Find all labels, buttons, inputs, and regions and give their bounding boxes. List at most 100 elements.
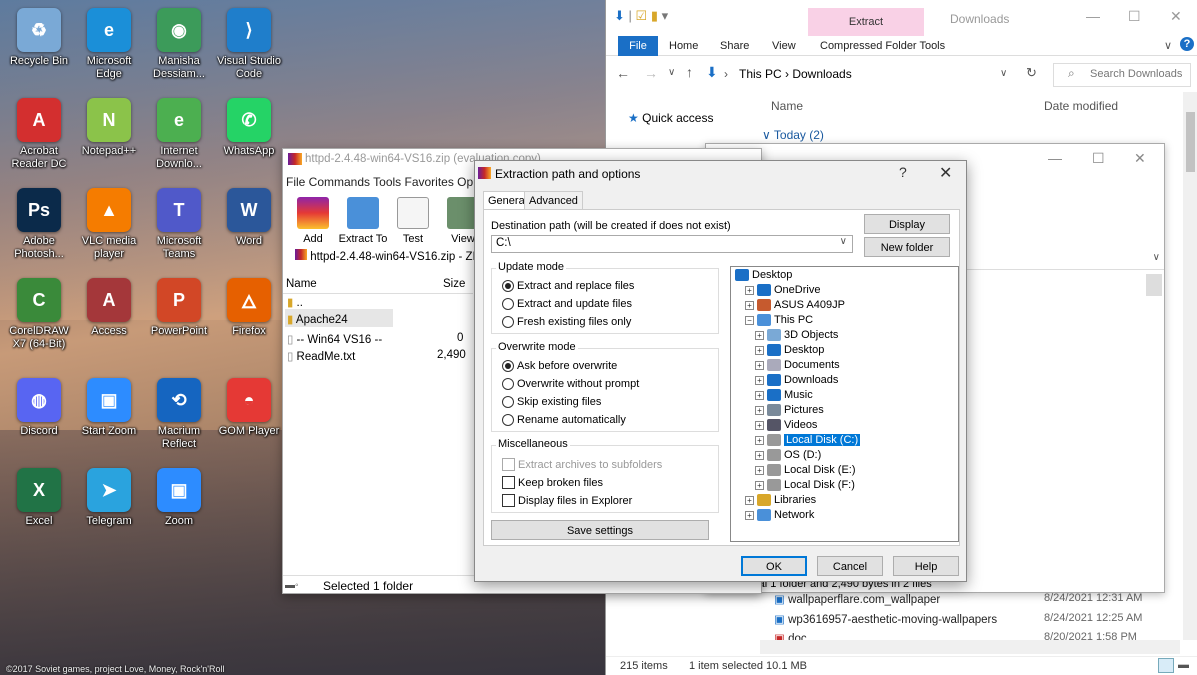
cancel-button[interactable]: Cancel — [817, 556, 883, 576]
desktop-shortcut[interactable]: C CorelDRAW X7 (64-Bit) — [4, 278, 74, 351]
expand-icon[interactable]: + — [745, 495, 754, 505]
checkbox-display-in-explorer[interactable]: Display files in Explorer — [502, 494, 632, 507]
help-icon[interactable]: ? — [899, 164, 907, 180]
desktop-shortcut[interactable]: Ps Adobe Photosh... — [4, 188, 74, 261]
save-settings-button[interactable]: Save settings — [491, 520, 709, 540]
tree-node[interactable]: + Local Disk (F:) — [755, 479, 855, 491]
test-button[interactable]: Test — [387, 197, 439, 245]
list-item[interactable]: ▯ -- Win64 VS16 -- — [287, 332, 382, 346]
radio-extract-replace[interactable]: Extract and replace files — [502, 280, 634, 292]
desktop-shortcut[interactable]: X Excel — [4, 468, 74, 528]
expand-icon[interactable]: + — [755, 345, 764, 355]
desktop-shortcut[interactable]: 🜂 Firefox — [214, 278, 284, 338]
winrar-menubar[interactable]: File Commands Tools Favorites Op — [286, 175, 473, 189]
up-icon[interactable]: ↑ — [686, 64, 693, 80]
tab-compressed-folder-tools[interactable]: Compressed Folder Tools — [820, 36, 945, 56]
tree-node[interactable]: + OS (D:) — [755, 449, 821, 461]
tab-file[interactable]: File — [618, 36, 658, 56]
tab-advanced[interactable]: Advanced — [524, 191, 583, 209]
desktop-shortcut[interactable]: ▲ VLC media player — [74, 188, 144, 261]
scrollbar-thumb[interactable] — [1186, 112, 1195, 172]
large-icons-view-icon[interactable]: ▬ — [1178, 659, 1189, 671]
new-folder-button[interactable]: New folder — [864, 237, 950, 257]
desktop-shortcut[interactable]: ◍ Discord — [4, 378, 74, 438]
expand-ribbon-icon[interactable]: ∨ — [1164, 36, 1172, 56]
list-item[interactable]: ▮ Apache24 — [287, 312, 348, 326]
collapse-icon[interactable]: − — [745, 315, 754, 325]
expand-icon[interactable]: + — [755, 420, 764, 430]
archive-path[interactable]: httpd-2.4.48-win64-VS16.zip - ZI — [295, 249, 476, 263]
expand-icon[interactable]: + — [755, 330, 764, 340]
chevron-down-icon[interactable]: ∨ — [840, 236, 847, 247]
tree-node[interactable]: +3D Objects — [755, 329, 838, 341]
tree-node[interactable]: + Downloads — [755, 374, 838, 386]
extract-to-button[interactable]: Extract To — [337, 197, 389, 245]
desktop-shortcut[interactable]: ▣ Start Zoom — [74, 378, 144, 438]
expand-icon[interactable]: + — [745, 300, 754, 310]
tab-view[interactable]: View — [772, 36, 796, 56]
desktop-shortcut[interactable]: ♻ Recycle Bin — [4, 8, 74, 68]
quick-access-toolbar[interactable]: ⬇ | ☑ ▮ ▾ — [614, 8, 668, 24]
desktop-shortcut[interactable]: P PowerPoint — [144, 278, 214, 338]
tree-node[interactable]: + Network — [745, 509, 814, 521]
file-row[interactable]: ▣ wp3616957-aesthetic-moving-wallpapers — [774, 612, 997, 626]
display-button[interactable]: Display — [864, 214, 950, 234]
tab-share[interactable]: Share — [720, 36, 749, 56]
breadcrumb[interactable]: This PC › Downloads — [739, 67, 852, 81]
desktop-shortcut[interactable]: ▣ Zoom — [144, 468, 214, 528]
tree-node[interactable]: + Pictures — [755, 404, 824, 416]
forward-icon[interactable]: → — [644, 65, 658, 81]
expand-icon[interactable]: + — [745, 510, 754, 520]
back-icon[interactable]: ← — [616, 65, 630, 81]
help-button[interactable]: Help — [893, 556, 959, 576]
chevron-down-icon[interactable]: ∨ — [1153, 252, 1160, 263]
desktop-shortcut[interactable]: ➤ Telegram — [74, 468, 144, 528]
tree-node[interactable]: + Documents — [755, 359, 840, 371]
recent-locations-icon[interactable]: ∨ — [668, 67, 675, 78]
vertical-scrollbar[interactable] — [1183, 92, 1197, 640]
expand-icon[interactable]: + — [745, 285, 754, 295]
column-name[interactable]: Name — [771, 99, 803, 113]
tree-node[interactable]: + Desktop — [755, 344, 824, 356]
expand-icon[interactable]: + — [755, 465, 764, 475]
maximize-icon[interactable]: ☐ — [1092, 150, 1105, 167]
address-dropdown-icon[interactable]: ∨ — [1000, 68, 1007, 79]
tab-home[interactable]: Home — [669, 36, 698, 56]
list-item[interactable]: ▮ .. — [287, 295, 303, 309]
folder-tree[interactable]: Desktop + OneDrive + ASUS A409JP − This PC +3D … — [730, 266, 959, 542]
radio-skip-existing[interactable]: Skip existing files — [502, 396, 601, 408]
desktop-shortcut[interactable]: T Microsoft Teams — [144, 188, 214, 261]
desktop-shortcut[interactable]: ⟲ Macrium Reflect — [144, 378, 214, 451]
extraction-dialog[interactable]: Extraction path and options ? ✕ General … — [474, 160, 967, 582]
tree-node[interactable]: Desktop — [735, 269, 792, 281]
refresh-icon[interactable]: ↻ — [1026, 65, 1037, 81]
radio-fresh-existing[interactable]: Fresh existing files only — [502, 316, 631, 328]
desktop-shortcut[interactable]: ◉ Manisha Dessiam... — [144, 8, 214, 81]
file-row[interactable]: ▣ wallpaperflare.com_wallpaper — [774, 592, 940, 606]
expand-icon[interactable]: + — [755, 360, 764, 370]
list-item[interactable]: ▯ ReadMe.txt — [287, 349, 355, 363]
expand-icon[interactable]: + — [755, 450, 764, 460]
expand-icon[interactable]: + — [755, 405, 764, 415]
desktop-shortcut[interactable]: N Notepad++ — [74, 98, 144, 158]
expand-icon[interactable]: + — [755, 390, 764, 400]
nav-quick-access[interactable]: ★ Quick access — [628, 111, 713, 125]
close-icon[interactable]: ✕ — [939, 163, 952, 183]
column-date-modified[interactable]: Date modified — [1044, 99, 1118, 113]
address-bar[interactable]: ← → ∨ ↑ ⬇ › This PC › Downloads ∨ ↻ Sear… — [606, 62, 1197, 88]
radio-extract-update[interactable]: Extract and update files — [502, 298, 632, 310]
tree-node[interactable]: + ASUS A409JP — [745, 299, 845, 311]
tree-node[interactable]: + Videos — [755, 419, 817, 431]
expand-icon[interactable]: + — [755, 435, 764, 445]
tree-node[interactable]: + Music — [755, 389, 813, 401]
checkbox-extract-to-subfolders[interactable]: Extract archives to subfolders — [502, 458, 662, 471]
expand-icon[interactable]: + — [755, 375, 764, 385]
help-icon[interactable]: ? — [1180, 37, 1194, 51]
desktop-shortcut[interactable]: A Acrobat Reader DC — [4, 98, 74, 171]
expand-icon[interactable]: + — [755, 480, 764, 490]
tree-node[interactable]: + OneDrive — [745, 284, 820, 296]
ok-button[interactable]: OK — [741, 556, 807, 576]
checkbox-keep-broken-files[interactable]: Keep broken files — [502, 476, 603, 489]
minimize-icon[interactable]: — — [1048, 150, 1062, 166]
tree-node[interactable]: + Local Disk (E:) — [755, 464, 856, 476]
